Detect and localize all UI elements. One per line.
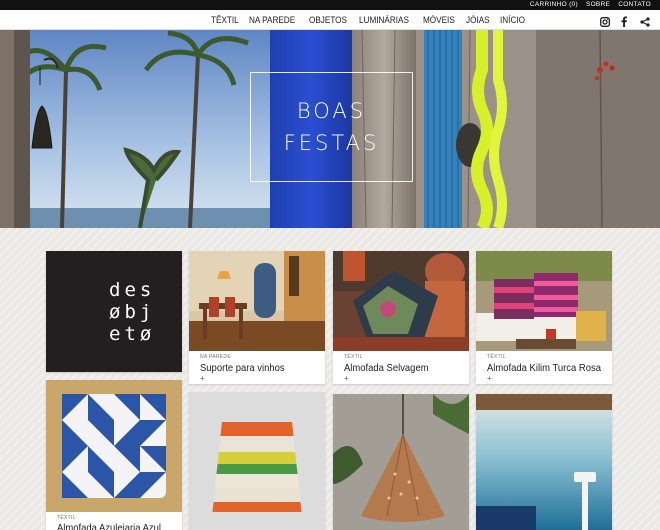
product-card[interactable]: TÊXTIL Almofada Selvagem + bbox=[333, 251, 469, 384]
cart-link[interactable]: CARRINHO (0) bbox=[530, 0, 578, 10]
product-name[interactable]: Suporte para vinhos bbox=[200, 362, 285, 374]
product-more-button[interactable]: + bbox=[487, 374, 492, 383]
hero-title-line1: BOAS bbox=[296, 99, 367, 123]
nav-textil[interactable]: TÊXTIL bbox=[211, 15, 239, 26]
product-name[interactable]: Almofada Kilim Turca Rosa bbox=[487, 362, 601, 374]
product-more-button[interactable]: + bbox=[344, 374, 349, 383]
main-navbar: TÊXTIL NA PAREDE OBJETOS LUMINÁRIAS MÓVE… bbox=[0, 10, 660, 30]
nav-objetos[interactable]: OBJETOS bbox=[309, 15, 347, 26]
product-photo bbox=[476, 251, 612, 351]
product-photo bbox=[333, 251, 469, 351]
nav-inicio[interactable]: INÍCIO bbox=[500, 15, 525, 26]
product-card[interactable] bbox=[476, 394, 612, 530]
hero-title-line2: FESTAS bbox=[283, 131, 380, 155]
nav-na-parede[interactable]: NA PAREDE bbox=[249, 15, 295, 26]
product-card[interactable]: TÊXTIL Almofada Kilim Turca Rosa + bbox=[476, 251, 612, 384]
nav-luminarias[interactable]: LUMINÁRIAS bbox=[359, 15, 409, 26]
product-category: NA PAREDE bbox=[200, 354, 231, 360]
product-photo bbox=[46, 380, 182, 512]
hero-title-frame: BOAS FESTAS bbox=[250, 72, 413, 182]
product-card[interactable] bbox=[189, 392, 325, 530]
product-more-button[interactable]: + bbox=[200, 374, 205, 383]
product-category: TÊXTIL bbox=[57, 515, 76, 521]
logo-line2: øbj bbox=[109, 301, 156, 323]
hero-banner[interactable]: BOAS FESTAS bbox=[0, 30, 660, 228]
facebook-icon[interactable] bbox=[620, 14, 630, 27]
product-name[interactable]: Almofada Azulejaria Azul bbox=[57, 522, 161, 530]
contact-link[interactable]: CONTATO bbox=[618, 0, 651, 10]
instagram-icon[interactable] bbox=[600, 14, 610, 27]
nav-moveis[interactable]: MÓVEIS bbox=[423, 15, 455, 26]
product-photo bbox=[189, 392, 325, 530]
product-name[interactable]: Almofada Selvagem bbox=[344, 362, 429, 374]
share-icon[interactable] bbox=[640, 14, 650, 27]
logo-line3: etø bbox=[109, 323, 156, 345]
social-links bbox=[600, 14, 650, 27]
about-link[interactable]: SOBRE bbox=[586, 0, 610, 10]
product-card[interactable] bbox=[333, 394, 469, 530]
product-photo bbox=[333, 394, 469, 530]
product-category: TÊXTIL bbox=[344, 354, 363, 360]
product-card[interactable]: NA PAREDE Suporte para vinhos + bbox=[189, 251, 325, 384]
product-photo bbox=[476, 394, 612, 530]
nav-joias[interactable]: JÓIAS bbox=[466, 15, 490, 26]
top-bar: CARRINHO (0) SOBRE CONTATO bbox=[0, 0, 660, 10]
product-category: TÊXTIL bbox=[487, 354, 506, 360]
category-nav: TÊXTIL NA PAREDE OBJETOS LUMINÁRIAS MÓVE… bbox=[211, 10, 529, 30]
product-card[interactable]: TÊXTIL Almofada Azulejaria Azul bbox=[46, 380, 182, 530]
brand-logo-tile[interactable]: des øbj etø bbox=[46, 251, 182, 372]
product-photo bbox=[189, 251, 325, 351]
logo-line1: des bbox=[109, 279, 156, 301]
brand-logo: des øbj etø bbox=[109, 279, 155, 345]
